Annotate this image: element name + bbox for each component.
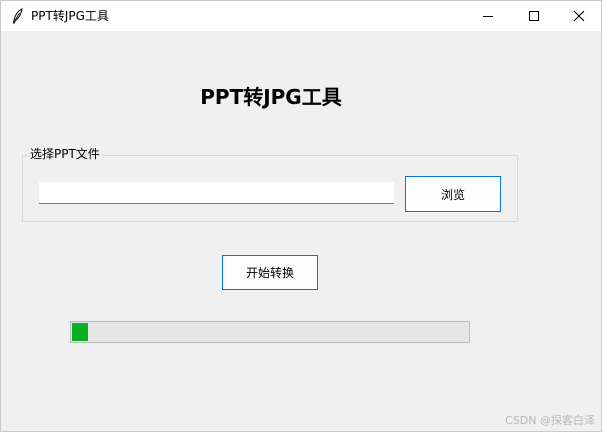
window-title: PPT转JPG工具 bbox=[31, 9, 109, 23]
file-path-input[interactable] bbox=[39, 182, 394, 204]
maximize-button[interactable] bbox=[511, 1, 557, 31]
start-convert-button[interactable]: 开始转换 bbox=[222, 255, 318, 290]
close-button[interactable] bbox=[556, 1, 602, 31]
progress-bar bbox=[70, 321, 470, 343]
browse-button[interactable]: 浏览 bbox=[405, 176, 501, 212]
minimize-button[interactable] bbox=[465, 1, 511, 31]
file-select-group-label: 选择PPT文件 bbox=[28, 147, 102, 162]
page-title: PPT转JPG工具 bbox=[200, 85, 342, 109]
maximize-icon bbox=[528, 7, 540, 26]
watermark-text: CSDN @探客白泽 bbox=[505, 414, 595, 427]
minimize-icon bbox=[482, 7, 494, 26]
progress-fill bbox=[72, 323, 88, 341]
app-window: PPT转JPG工具 PPT转JPG工具 选择PPT文件 浏览 开始转换 CSDN… bbox=[0, 0, 602, 432]
close-icon bbox=[573, 7, 585, 26]
title-bar: PPT转JPG工具 bbox=[1, 1, 601, 31]
feather-icon bbox=[11, 8, 25, 24]
